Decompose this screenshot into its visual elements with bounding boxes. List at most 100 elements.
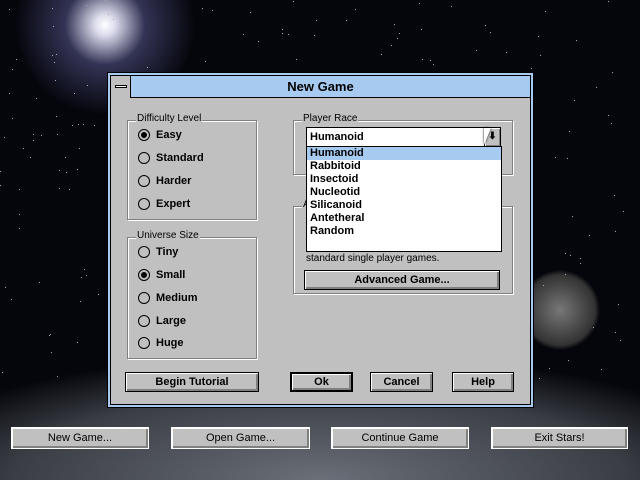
radio-tiny[interactable]: Tiny [138,244,178,260]
radio-label: Medium [156,292,198,304]
star [593,326,595,328]
star [18,228,20,230]
star [5,287,7,289]
star [421,58,423,60]
star [0,185,2,187]
star [72,124,74,126]
star [18,214,20,216]
radio-easy[interactable]: Easy [138,127,182,143]
star [50,351,52,353]
star [475,50,477,52]
star [418,2,420,4]
star [56,115,58,117]
star [57,376,59,378]
race-option-random[interactable]: Random [307,225,501,238]
radio-label: Harder [156,175,192,187]
star [30,156,32,158]
star [396,37,398,39]
star [41,135,43,137]
race-option-silicanoid[interactable]: Silicanoid [307,199,501,212]
star [538,35,540,37]
star [288,34,290,36]
mouse-cursor-icon [484,128,491,145]
continue-game-button[interactable]: Continue Game [331,427,469,449]
radio-large[interactable]: Large [138,313,186,329]
star [52,7,54,9]
star [544,11,546,12]
star [146,66,148,68]
race-option-nucleotid[interactable]: Nucleotid [307,186,501,199]
star [55,79,57,81]
star [38,281,40,283]
star [579,262,581,264]
system-menu-icon[interactable] [111,76,131,98]
radio-small[interactable]: Small [138,267,185,283]
radio-checked-icon [138,269,150,281]
radio-label: Small [156,269,186,281]
new-game-dialog: New Game Difficulty Level Easy Standard … [107,72,534,408]
radio-expert[interactable]: Expert [138,196,190,212]
cancel-button[interactable]: Cancel [370,372,433,392]
star [58,170,60,171]
universe-size-group: Universe Size Tiny Small Medium Large Hu… [127,230,257,359]
star [36,97,38,99]
star [15,58,17,60]
star [595,86,597,88]
radio-huge[interactable]: Huge [138,335,184,351]
begin-tutorial-button[interactable]: Begin Tutorial [125,372,259,392]
star [570,255,572,257]
star [539,55,541,57]
star [18,188,20,190]
star [542,285,544,287]
player-race-combobox[interactable]: Humanoid ⬇ [306,127,501,147]
race-option-humanoid[interactable]: Humanoid [307,147,501,160]
advanced-description: standard single player games. [306,253,440,264]
star [622,210,624,212]
race-option-insectoid[interactable]: Insectoid [307,173,501,186]
race-option-antetheral[interactable]: Antetheral [307,212,501,225]
star [611,123,613,125]
star [106,1,108,3]
star [80,301,82,303]
button-label: Help [471,376,495,388]
star [567,157,568,159]
star [205,60,207,62]
star [73,92,75,94]
star [607,115,609,117]
star [314,35,316,37]
star [588,235,590,237]
star [85,4,87,6]
help-button[interactable]: Help [452,372,514,392]
star [614,195,616,197]
star [53,25,55,27]
radio-standard[interactable]: Standard [138,150,204,166]
star [107,14,109,16]
star [78,123,80,125]
universe-size-label: Universe Size [136,230,200,241]
race-option-rabbitoid[interactable]: Rabbitoid [307,160,501,173]
radio-icon [138,175,150,187]
star [505,51,507,53]
star [549,367,551,369]
star [243,34,245,36]
star [77,168,79,170]
star [249,12,251,14]
new-game-button[interactable]: New Game... [11,427,149,449]
radio-label: Large [156,315,186,327]
star [85,275,87,277]
button-label: Ok [314,376,329,388]
star [614,332,616,334]
radio-medium[interactable]: Medium [138,290,198,306]
ok-button[interactable]: Ok [290,372,353,392]
star [433,64,435,66]
radio-icon [138,292,150,304]
open-game-button[interactable]: Open Game... [171,427,310,449]
exit-stars-button[interactable]: Exit Stars! [491,427,628,449]
dialog-title: New Game [287,79,354,94]
star [2,371,4,373]
star [399,32,401,34]
advanced-game-button[interactable]: Advanced Game... [304,270,500,290]
radio-harder[interactable]: Harder [138,173,191,189]
star [293,1,295,3]
combobox-value: Humanoid [310,131,364,143]
